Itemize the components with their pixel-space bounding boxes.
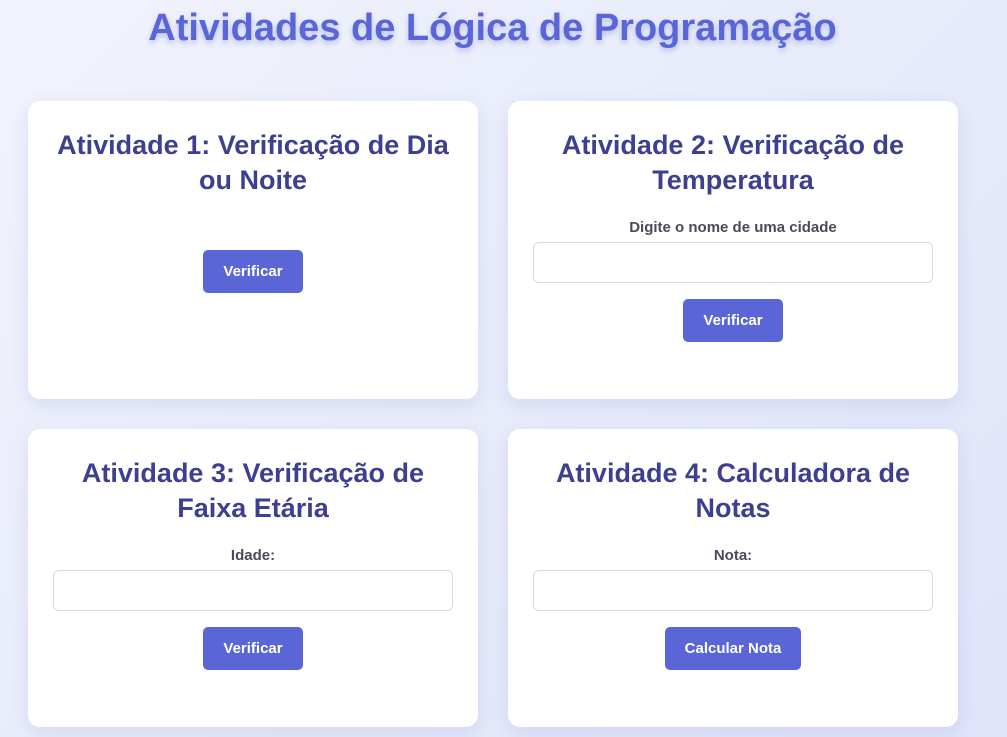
activity-3-card: Atividade 3: Verificação de Faixa Etária… xyxy=(28,429,478,727)
age-input[interactable] xyxy=(53,570,453,611)
activity-2-card: Atividade 2: Verificação de Temperatura … xyxy=(508,101,958,399)
activity-4-title: Atividade 4: Calculadora de Notas xyxy=(555,458,911,523)
city-name-label: Digite o nome de uma cidade xyxy=(629,219,837,236)
activity-1-card: Atividade 1: Verificação de Dia ou Noite… xyxy=(28,101,478,399)
activity-1-title: Atividade 1: Verificação de Dia ou Noite xyxy=(57,130,449,195)
activity-1-verify-button[interactable]: Verificar xyxy=(203,250,303,293)
activity-3-title: Atividade 3: Verificação de Faixa Etária xyxy=(81,458,425,523)
grade-input[interactable] xyxy=(533,570,933,611)
city-name-input[interactable] xyxy=(533,242,933,283)
activity-3-verify-button[interactable]: Verificar xyxy=(203,627,303,670)
activity-2-verify-button[interactable]: Verificar xyxy=(683,299,783,342)
grade-label: Nota: xyxy=(713,547,753,564)
page-title: Atividades de Lógica de Programação xyxy=(148,7,837,49)
activity-4-card: Atividade 4: Calculadora de Notas Nota: … xyxy=(508,429,958,727)
age-label: Idade: xyxy=(230,547,276,564)
activity-2-title: Atividade 2: Verificação de Temperatura xyxy=(561,130,905,195)
calculate-grade-button[interactable]: Calcular Nota xyxy=(664,627,802,670)
